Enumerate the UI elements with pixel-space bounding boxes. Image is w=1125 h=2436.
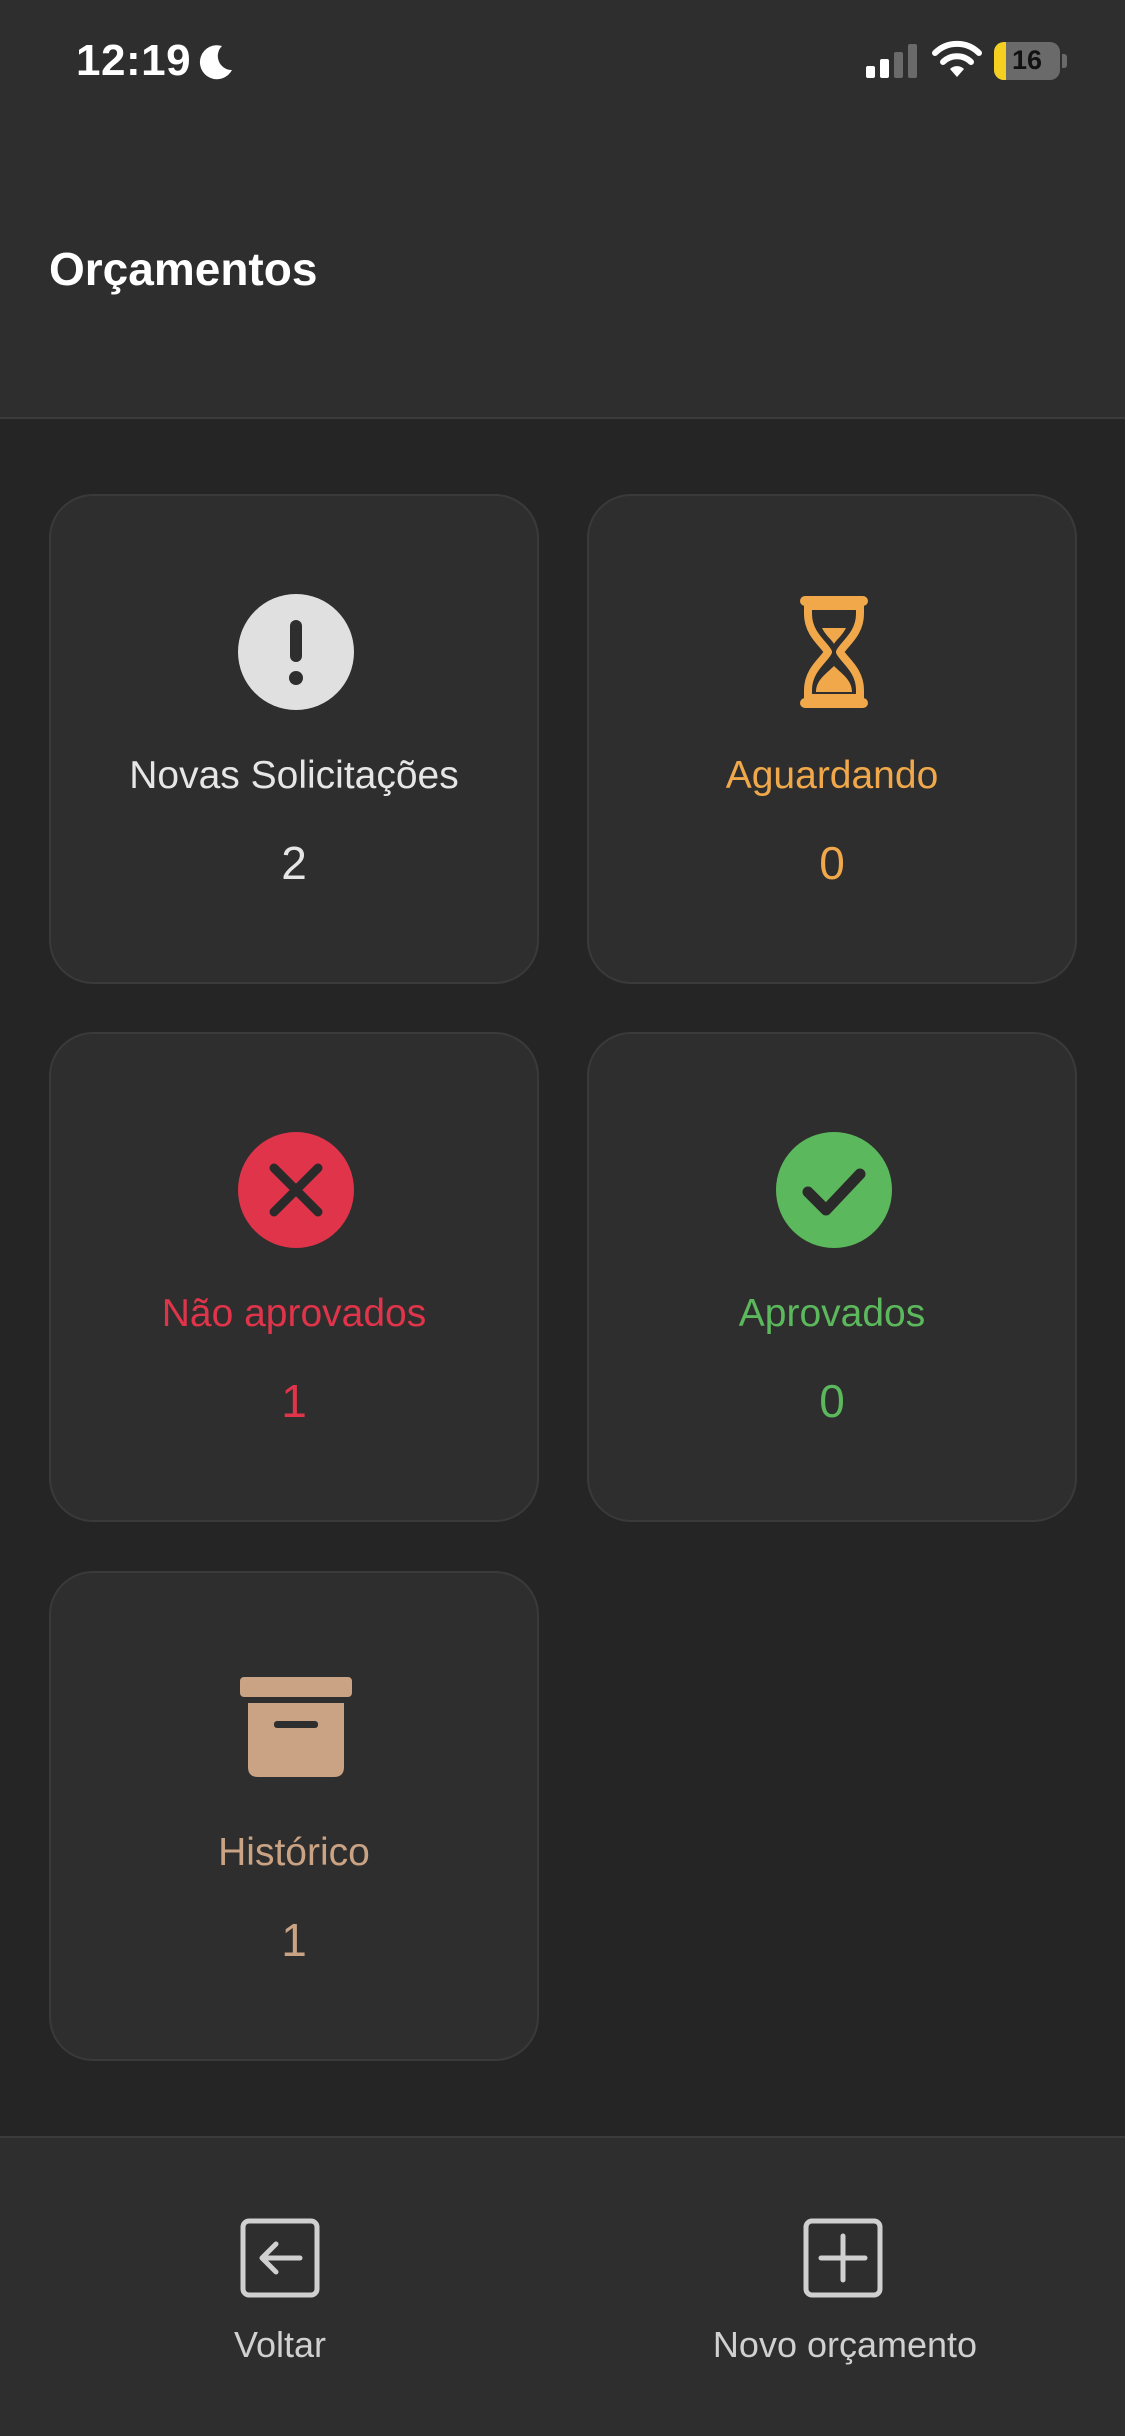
- card-count: 1: [281, 1914, 307, 1966]
- battery-charging-icon: 16: [994, 42, 1068, 80]
- card-count: 0: [819, 1375, 845, 1427]
- moon-icon: [199, 45, 232, 80]
- card-history[interactable]: Histórico 1: [49, 1571, 539, 2061]
- wifi-icon: [932, 40, 982, 77]
- x-circle-icon: [238, 1132, 354, 1248]
- back-label: Voltar: [233, 2324, 327, 2365]
- card-rejected[interactable]: Não aprovados 1: [49, 1032, 539, 1522]
- check-circle-icon: [776, 1132, 892, 1248]
- archive-box-icon: [240, 1677, 352, 1777]
- card-label: Novas Solicitações: [129, 754, 459, 797]
- plus-square-icon: [803, 2218, 883, 2298]
- card-label: Aprovados: [738, 1292, 926, 1335]
- battery-level: 16: [1011, 45, 1043, 75]
- arrow-left-square-icon: [240, 2218, 320, 2298]
- status-time: 12:19: [76, 36, 192, 85]
- card-label: Não aprovados: [161, 1292, 427, 1335]
- hourglass-icon: [800, 596, 868, 708]
- back-button[interactable]: Voltar: [180, 2138, 380, 2368]
- card-count: 0: [819, 837, 845, 889]
- card-label: Aguardando: [725, 754, 939, 797]
- status-bar: 12:19 16: [0, 0, 1125, 130]
- card-waiting[interactable]: Aguardando 0: [587, 494, 1077, 984]
- page-title: Orçamentos: [49, 243, 318, 295]
- card-approved[interactable]: Aprovados 0: [587, 1032, 1077, 1522]
- card-label: Histórico: [218, 1831, 370, 1874]
- card-new-requests[interactable]: Novas Solicitações 2: [49, 494, 539, 984]
- bottom-bar: Voltar Novo orçamento: [0, 2136, 1125, 2436]
- new-quote-label: Novo orçamento: [712, 2324, 978, 2365]
- card-count: 2: [281, 837, 307, 889]
- card-count: 1: [281, 1375, 307, 1427]
- cellular-signal-icon: [866, 44, 917, 78]
- top-bar: 12:19 16 Orçamentos: [0, 0, 1125, 419]
- exclamation-icon: [238, 594, 354, 710]
- new-quote-button[interactable]: Novo orçamento: [680, 2138, 1010, 2368]
